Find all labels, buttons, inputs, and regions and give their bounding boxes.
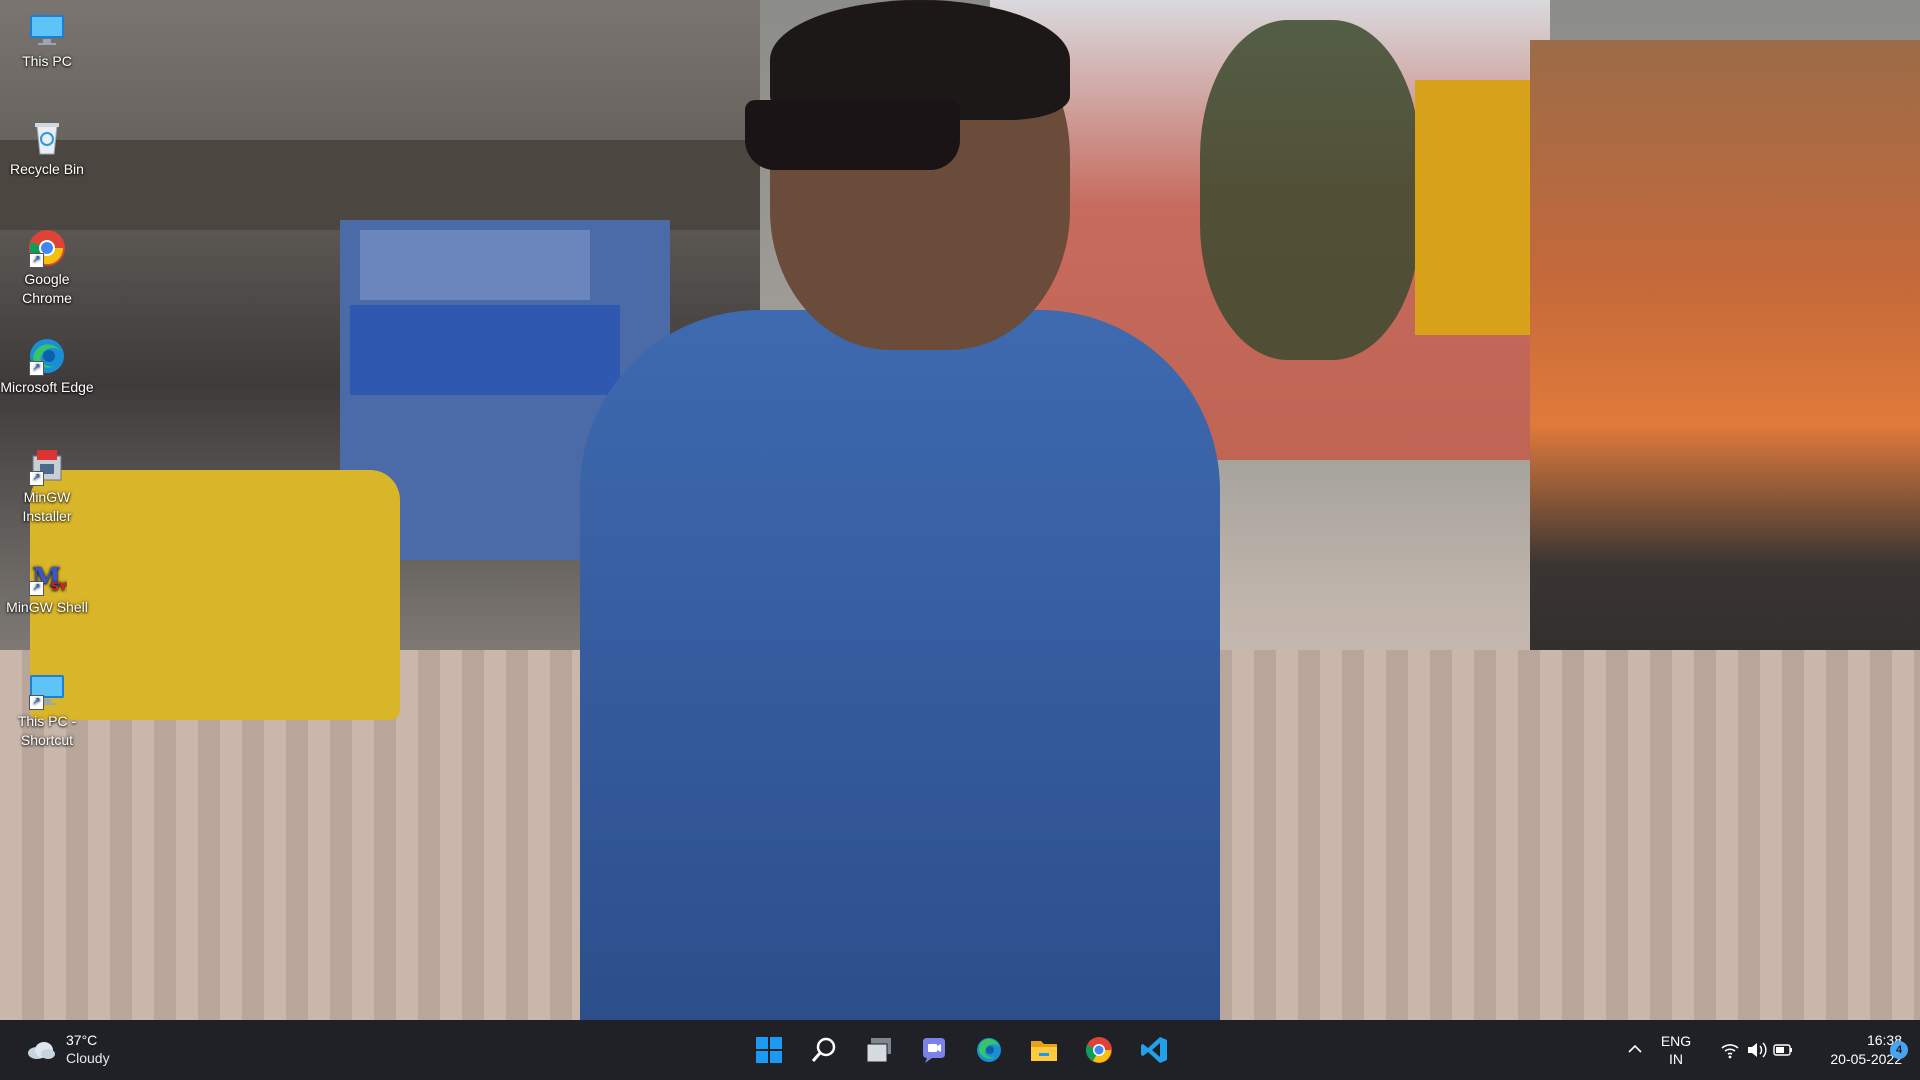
taskbar: 37°C Cloudy ENG IN 16:38 20-05-2022 4 [0, 1020, 1920, 1080]
file-explorer-button[interactable] [1020, 1026, 1068, 1074]
chrome-icon [1085, 1037, 1112, 1063]
svg-text:SYS: SYS [51, 580, 67, 593]
desktop-icon-label: This PC [22, 53, 72, 69]
edge-taskbar-button[interactable] [965, 1026, 1013, 1074]
search-button[interactable] [800, 1026, 848, 1074]
clock[interactable]: 16:38 20-05-2022 [1802, 1031, 1902, 1069]
desktop[interactable]: This PC Recycle Bin ↗ Google Chrome ↗ Mi… [0, 0, 1920, 1020]
monitor-icon [27, 10, 67, 50]
vscode-taskbar-button[interactable] [1130, 1026, 1178, 1074]
vscode-icon [1141, 1037, 1167, 1063]
quick-settings[interactable] [1720, 1040, 1796, 1065]
system-tray: ENG IN 16:38 20-05-2022 4 [1580, 1020, 1920, 1080]
wifi-icon [1721, 1044, 1739, 1059]
desktop-icon-label: MinGW Shell [6, 599, 88, 615]
desktop-icon-label: Google Chrome [22, 271, 72, 306]
battery-icon [1773, 1044, 1792, 1056]
desktop-icon-label: MinGW Installer [22, 489, 72, 524]
folder-icon [1031, 1041, 1057, 1061]
desktop-icon-recycle-bin[interactable]: Recycle Bin [0, 112, 94, 179]
region-code: IN [1669, 1051, 1683, 1067]
desktop-icon-google-chrome[interactable]: ↗ Google Chrome [0, 222, 94, 308]
desktop-icon-mingw-shell[interactable]: M SYS ↗ MinGW Shell [0, 550, 94, 617]
clock-time: 16:38 [1866, 1032, 1902, 1048]
recycle-bin-icon [27, 118, 67, 158]
chrome-taskbar-button[interactable] [1075, 1026, 1123, 1074]
desktop-icon-this-pc[interactable]: This PC [0, 4, 94, 71]
desktop-icon-label: Recycle Bin [10, 161, 84, 177]
chat-button[interactable] [910, 1026, 958, 1074]
task-view-icon [866, 1038, 891, 1063]
weather-widget[interactable]: 37°C Cloudy [22, 1030, 132, 1070]
desktop-icon-mingw-installer[interactable]: ↗ MinGW Installer [0, 440, 94, 526]
notification-badge[interactable]: 4 [1890, 1041, 1908, 1059]
start-button[interactable] [745, 1026, 793, 1074]
desktop-icon-this-pc-shortcut[interactable]: ↗ This PC - Shortcut [0, 664, 94, 750]
chevron-up-icon[interactable] [1626, 1040, 1644, 1063]
language-code: ENG [1660, 1033, 1692, 1049]
monitor-icon: ↗ [27, 670, 67, 710]
mingw-shell-icon: M SYS ↗ [27, 556, 75, 596]
edge-icon [977, 1038, 1001, 1062]
teams-chat-icon [923, 1038, 945, 1063]
volume-icon [1748, 1042, 1767, 1058]
language-indicator[interactable]: ENG IN [1656, 1032, 1696, 1068]
weather-condition: Cloudy [66, 1050, 110, 1066]
task-view-button[interactable] [855, 1026, 903, 1074]
desktop-icon-label: Microsoft Edge [0, 379, 94, 395]
desktop-icon-label: This PC - Shortcut [17, 713, 77, 748]
mingw-installer-icon: ↗ [27, 446, 67, 486]
chrome-icon: ↗ [27, 228, 67, 268]
clock-date: 20-05-2022 [1830, 1051, 1902, 1067]
desktop-icon-microsoft-edge[interactable]: ↗ Microsoft Edge [0, 330, 94, 397]
cloud-icon [26, 1040, 56, 1060]
weather-temperature: 37°C [66, 1032, 98, 1048]
windows-start-icon [756, 1037, 782, 1063]
edge-icon: ↗ [27, 336, 67, 376]
search-icon [811, 1037, 836, 1062]
